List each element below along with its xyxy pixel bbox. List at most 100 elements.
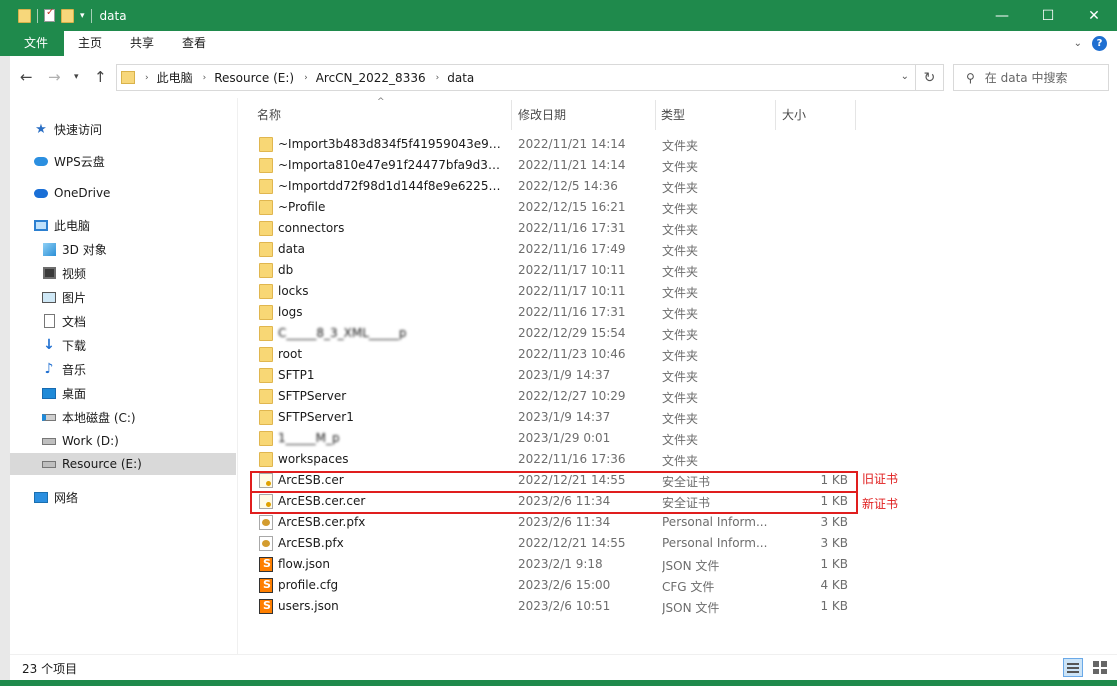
table-row[interactable]: ~Importdd72f98d1d144f8e9e622569... 2022/1… xyxy=(249,176,859,197)
file-type: CFG 文件 xyxy=(662,580,715,594)
sidebar-item-quick-access[interactable]: ★ 快速访问 xyxy=(34,118,102,140)
status-bar: 23 个项目 xyxy=(10,654,1117,680)
chevron-right-icon[interactable]: › xyxy=(145,73,149,83)
sidebar-item-drive-e[interactable]: Resource (E:) xyxy=(10,453,236,475)
refresh-button[interactable]: ↻ xyxy=(915,65,943,90)
new-cert-highlight xyxy=(250,491,858,514)
window-edge xyxy=(0,56,10,680)
chevron-down-icon[interactable]: ▾ xyxy=(80,11,85,21)
chevron-right-icon[interactable]: › xyxy=(304,73,308,83)
column-header-name[interactable]: 名称 xyxy=(257,98,281,130)
table-row[interactable]: data 2022/11/16 17:49 文件夹 xyxy=(249,239,859,260)
sidebar-item-label: 桌面 xyxy=(62,386,87,401)
help-icon[interactable]: ? xyxy=(1092,36,1107,51)
table-row[interactable]: root 2022/11/23 10:46 文件夹 xyxy=(249,344,859,365)
folder-icon xyxy=(259,284,273,299)
large-icons-view-button[interactable] xyxy=(1091,659,1109,676)
column-header-date[interactable]: 修改日期 xyxy=(518,98,566,130)
table-row[interactable]: ~Import3b483d834f5f41959043e9c8... 2022/1… xyxy=(249,134,859,155)
file-name: ArcESB.pfx xyxy=(278,536,344,550)
tab-share[interactable]: 共享 xyxy=(116,31,168,56)
sidebar-item-network[interactable]: 网络 xyxy=(34,486,78,508)
details-view-button[interactable] xyxy=(1063,658,1083,677)
breadcrumb-data[interactable]: data xyxy=(447,71,474,85)
file-size: 3 KB xyxy=(820,515,848,529)
table-row[interactable]: workspaces 2022/11/16 17:36 文件夹 xyxy=(249,449,859,470)
column-divider[interactable] xyxy=(855,100,856,130)
breadcrumb-arccn[interactable]: ArcCN_2022_8336 xyxy=(316,71,426,85)
sidebar-item-onedrive[interactable]: OneDrive xyxy=(34,182,110,204)
up-button[interactable]: ↑ xyxy=(94,68,107,86)
new-folder-icon[interactable] xyxy=(61,8,74,23)
table-row[interactable]: SFTPServer 2022/12/27 10:29 文件夹 xyxy=(249,386,859,407)
file-name: data xyxy=(278,242,306,256)
table-row[interactable]: ArcESB.pfx 2022/12/21 14:55 Personal Infor… xyxy=(249,533,859,554)
file-date: 2022/11/16 17:31 xyxy=(518,305,626,319)
table-row[interactable]: db 2022/11/17 10:11 文件夹 xyxy=(249,260,859,281)
file-name: SFTP1 xyxy=(278,368,315,382)
search-input[interactable]: ⚲ 在 data 中搜索 xyxy=(953,64,1109,91)
column-divider[interactable] xyxy=(511,100,512,130)
file-type: JSON 文件 xyxy=(662,559,720,573)
forward-button[interactable]: → xyxy=(48,68,61,86)
sidebar-item-wps-cloud[interactable]: WPS云盘 xyxy=(34,150,105,172)
sidebar-item-desktop[interactable]: 桌面 xyxy=(42,382,86,404)
breadcrumb-this-pc[interactable]: 此电脑 xyxy=(157,69,193,86)
chevron-right-icon[interactable]: › xyxy=(436,73,440,83)
address-history-icon[interactable]: ⌄ xyxy=(901,71,909,82)
table-row[interactable]: ~Importa810e47e91f24477bfa9d30b... 2022/1… xyxy=(249,155,859,176)
drive-icon xyxy=(42,437,56,445)
back-button[interactable]: ← xyxy=(20,68,33,86)
window-title: data xyxy=(99,8,127,23)
table-row[interactable]: 1_____M_p 2023/1/29 0:01 文件夹 xyxy=(249,428,859,449)
chevron-right-icon[interactable]: › xyxy=(203,73,207,83)
minimize-button[interactable]: — xyxy=(979,0,1025,31)
properties-icon[interactable] xyxy=(44,7,55,22)
sidebar-item-documents[interactable]: 文档 xyxy=(42,310,86,332)
sidebar-item-drive-d[interactable]: Work (D:) xyxy=(42,430,119,452)
table-row[interactable]: locks 2022/11/17 10:11 文件夹 xyxy=(249,281,859,302)
tab-view[interactable]: 查看 xyxy=(168,31,220,56)
column-divider[interactable] xyxy=(775,100,776,130)
address-row: ← → ▾ ↑ › 此电脑 › Resource (E:) › ArcCN_20… xyxy=(10,56,1117,98)
expand-ribbon-icon[interactable]: ⌄ xyxy=(1074,38,1082,49)
recent-locations-icon[interactable]: ▾ xyxy=(74,72,79,82)
table-row[interactable]: flow.json 2023/2/1 9:18 JSON 文件 1 KB xyxy=(249,554,859,575)
column-divider[interactable] xyxy=(655,100,656,130)
table-row[interactable]: profile.cfg 2023/2/6 15:00 CFG 文件 4 KB xyxy=(249,575,859,596)
tab-home[interactable]: 主页 xyxy=(64,31,116,56)
close-button[interactable]: ✕ xyxy=(1071,0,1117,31)
old-cert-annotation: 旧证书 xyxy=(862,472,899,486)
column-header-type[interactable]: 类型 xyxy=(661,98,685,130)
table-row[interactable]: ArcESB.cer.pfx 2023/2/6 11:34 Personal Inf… xyxy=(249,512,859,533)
file-type: Personal Inform... xyxy=(662,536,768,550)
table-row[interactable]: users.json 2023/2/6 10:51 JSON 文件 1 KB xyxy=(249,596,859,617)
folder-icon xyxy=(259,179,273,194)
table-row[interactable]: C_____8_3_XML_____p 2022/12/29 15:54 文件夹 xyxy=(249,323,859,344)
column-header-size[interactable]: 大小 xyxy=(782,98,806,130)
sidebar-item-this-pc[interactable]: 此电脑 xyxy=(34,214,90,236)
sidebar-item-drive-c[interactable]: 本地磁盘 (C:) xyxy=(42,406,136,428)
folder-icon xyxy=(121,71,135,84)
table-row[interactable]: ~Profile 2022/12/15 16:21 文件夹 xyxy=(249,197,859,218)
sidebar-item-downloads[interactable]: ↓ 下载 xyxy=(42,334,86,356)
table-row[interactable]: connectors 2022/11/16 17:31 文件夹 xyxy=(249,218,859,239)
breadcrumb-resource-drive[interactable]: Resource (E:) xyxy=(214,71,294,85)
sidebar-item-music[interactable]: ♪ 音乐 xyxy=(42,358,86,380)
sidebar-item-videos[interactable]: 视频 xyxy=(42,262,86,284)
file-type: 文件夹 xyxy=(662,181,699,195)
file-date: 2022/12/15 16:21 xyxy=(518,200,626,214)
ribbon: 文件 主页 共享 查看 ⌄ ? xyxy=(0,31,1117,56)
folder-icon xyxy=(259,200,273,215)
table-row[interactable]: SFTP1 2023/1/9 14:37 文件夹 xyxy=(249,365,859,386)
sidebar-item-3d-objects[interactable]: 3D 对象 xyxy=(42,238,107,260)
sidebar-item-label: Resource (E:) xyxy=(62,457,142,471)
maximize-button[interactable]: ☐ xyxy=(1025,0,1071,31)
sidebar-item-pictures[interactable]: 图片 xyxy=(42,286,86,308)
folder-icon xyxy=(259,431,273,446)
tab-file[interactable]: 文件 xyxy=(0,31,65,56)
address-bar[interactable]: › 此电脑 › Resource (E:) › ArcCN_2022_8336 … xyxy=(116,64,944,91)
table-row[interactable]: logs 2022/11/16 17:31 文件夹 xyxy=(249,302,859,323)
table-row[interactable]: SFTPServer1 2023/1/9 14:37 文件夹 xyxy=(249,407,859,428)
file-name: root xyxy=(278,347,303,361)
